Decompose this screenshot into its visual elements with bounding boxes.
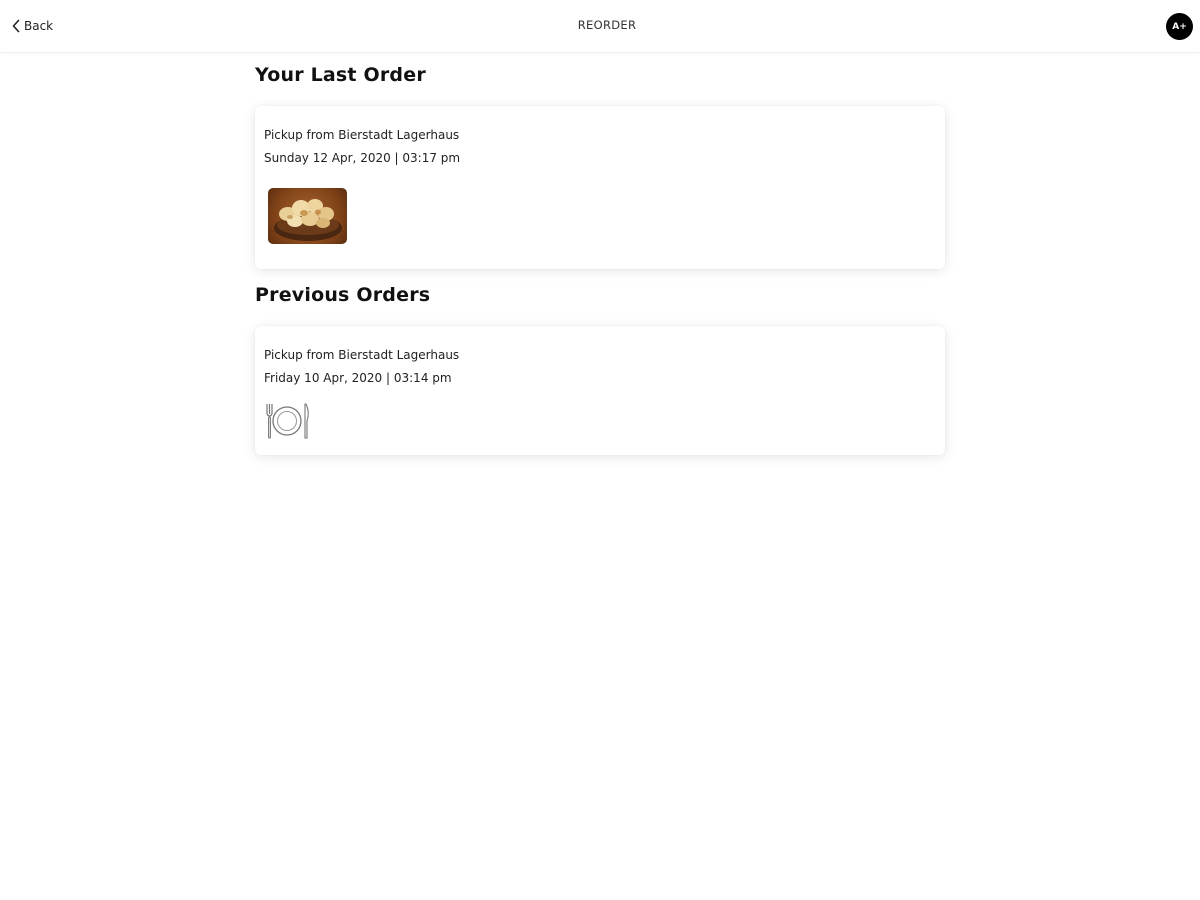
last-order-heading: Your Last Order	[255, 64, 426, 86]
order-datetime: Sunday 12 Apr, 2020 | 03:17 pm	[264, 151, 461, 165]
last-order-card[interactable]: Pickup from Bierstadt Lagerhaus Sunday 1…	[255, 106, 945, 269]
food-photo	[268, 188, 347, 244]
bread-basket-icon	[274, 199, 342, 241]
order-pickup-location: Pickup from Bierstadt Lagerhaus	[264, 128, 460, 142]
page-title: REORDER	[577, 18, 637, 32]
previous-orders-heading: Previous Orders	[255, 284, 431, 306]
plate-fork-knife-icon	[263, 402, 311, 440]
avatar[interactable]: A+	[1166, 13, 1193, 40]
previous-order-card[interactable]: Pickup from Bierstadt Lagerhaus Friday 1…	[255, 326, 945, 455]
top-bar: Back REORDER A+	[0, 0, 1200, 53]
order-pickup-location: Pickup from Bierstadt Lagerhaus	[264, 348, 460, 362]
order-datetime: Friday 10 Apr, 2020 | 03:14 pm	[264, 371, 452, 385]
